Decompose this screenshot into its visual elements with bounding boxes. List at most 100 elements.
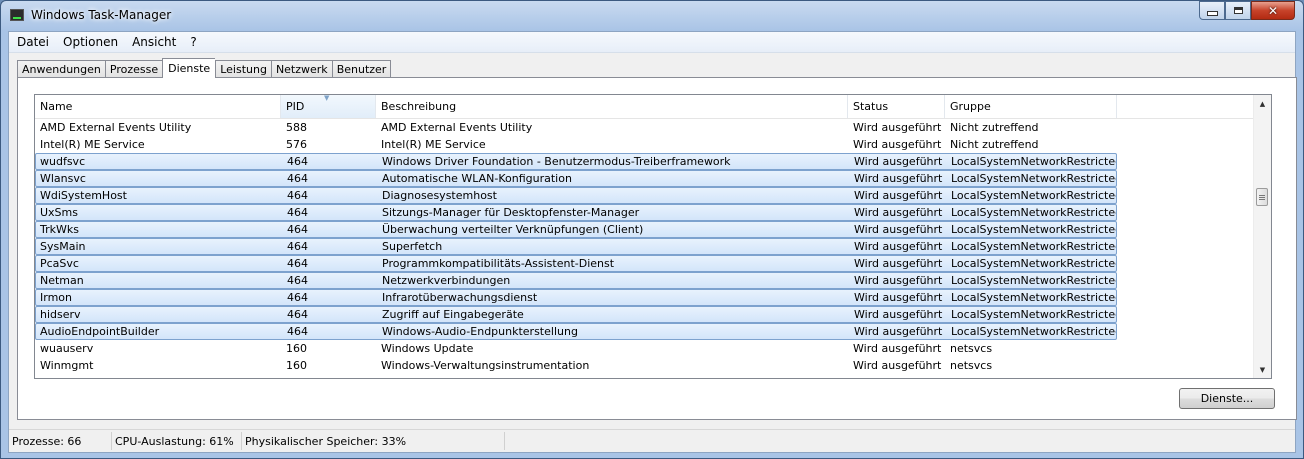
service-name: AMD External Events Utility bbox=[40, 121, 192, 134]
service-description: AMD External Events Utility bbox=[381, 121, 533, 134]
tab-users[interactable]: Benutzer bbox=[331, 60, 392, 78]
task-manager-window: Windows Task-Manager ✕ Datei Optionen An… bbox=[0, 0, 1304, 459]
menu-view[interactable]: Ansicht bbox=[125, 35, 183, 49]
service-description: Superfetch bbox=[382, 240, 443, 253]
service-description: Intel(R) ME Service bbox=[381, 138, 486, 151]
service-description: Programmkompatibilitäts-Assistent-Dienst bbox=[382, 257, 615, 270]
services-list: Name ▼ PID Beschreibung Status Gruppe AMD… bbox=[34, 94, 1272, 379]
table-row[interactable]: SysMain 464 Superfetch Wird ausgeführt Local… bbox=[35, 238, 1117, 255]
menu-help[interactable]: ? bbox=[183, 35, 203, 49]
service-status: Wird ausgeführt bbox=[854, 206, 943, 219]
service-description: Sitzungs-Manager für Desktopfenster-Mana… bbox=[382, 206, 640, 219]
service-description: Windows-Verwaltungsinstrumentation bbox=[381, 359, 590, 372]
table-row[interactable]: WdiSystemHost 464 Diagnosesystemhost Wird a… bbox=[35, 187, 1117, 204]
vertical-scrollbar[interactable]: ▲ ▼ bbox=[1253, 95, 1271, 378]
services-button[interactable]: Dienste... bbox=[1179, 388, 1275, 409]
service-group: netsvcs bbox=[950, 359, 993, 372]
service-pid: 464 bbox=[287, 291, 308, 304]
table-row[interactable]: Irmon 464 Infrarotüberwachungsdienst Wird a… bbox=[35, 289, 1117, 306]
service-status: Wird ausgeführt bbox=[854, 308, 943, 321]
task-manager-app-icon[interactable] bbox=[10, 9, 24, 21]
service-pid: 588 bbox=[286, 121, 307, 134]
column-header-label: Name bbox=[40, 100, 73, 113]
table-row[interactable]: Netman 464 Netzwerkverbindungen Wird ausgef… bbox=[35, 272, 1117, 289]
column-header-filler bbox=[1117, 95, 1255, 118]
status-processes: Prozesse: 66 bbox=[9, 432, 112, 450]
close-button[interactable]: ✕ bbox=[1251, 1, 1295, 20]
column-header-label: PID bbox=[286, 100, 305, 113]
tab-networking[interactable]: Netzwerk bbox=[270, 60, 332, 78]
menu-options[interactable]: Optionen bbox=[56, 35, 125, 49]
status-empty bbox=[505, 432, 1295, 450]
column-header-name[interactable]: Name bbox=[35, 95, 281, 118]
service-name: SysMain bbox=[40, 240, 86, 253]
service-name: AudioEndpointBuilder bbox=[40, 325, 160, 338]
scroll-down-arrow-icon[interactable]: ▼ bbox=[1254, 361, 1271, 378]
scrollbar-thumb[interactable] bbox=[1256, 188, 1268, 206]
service-group: Nicht zutreffend bbox=[950, 138, 1039, 151]
tab-services[interactable]: Dienste bbox=[162, 58, 216, 78]
tab-performance[interactable]: Leistung bbox=[215, 60, 271, 78]
service-name: Winmgmt bbox=[40, 359, 94, 372]
table-row[interactable]: PcaSvc 464 Programmkompatibilitäts-Assiste… bbox=[35, 255, 1117, 272]
table-row[interactable]: Winmgmt 160 Windows-Verwaltungsinstrumenta… bbox=[35, 357, 1257, 374]
service-name: Netman bbox=[40, 274, 84, 287]
close-icon: ✕ bbox=[1267, 3, 1279, 18]
column-header-label: Gruppe bbox=[950, 100, 991, 113]
service-description: Windows-Audio-Endpunkterstellung bbox=[382, 325, 578, 338]
service-status: Wird ausgeführt bbox=[854, 274, 943, 287]
table-row[interactable]: AudioEndpointBuilder 464 Windows-Audio-End… bbox=[35, 323, 1117, 340]
service-status: Wird ausgeführt bbox=[853, 359, 942, 372]
column-header-status[interactable]: Status bbox=[848, 95, 945, 118]
column-header-pid[interactable]: ▼ PID bbox=[281, 95, 376, 118]
service-description: Netzwerkverbindungen bbox=[382, 274, 511, 287]
service-group: LocalSystemNetworkRestricted bbox=[951, 240, 1116, 253]
column-header-group[interactable]: Gruppe bbox=[945, 95, 1117, 118]
service-group: LocalSystemNetworkRestricted bbox=[951, 325, 1116, 338]
title-bar[interactable]: Windows Task-Manager ✕ bbox=[1, 1, 1303, 31]
table-row[interactable]: Wlansvc 464 Automatische WLAN-Konfiguratio… bbox=[35, 170, 1117, 187]
table-row[interactable]: wuauserv 160 Windows Update Wird ausgeführt… bbox=[35, 340, 1257, 357]
scroll-up-arrow-icon[interactable]: ▲ bbox=[1254, 95, 1271, 112]
service-status: Wird ausgeführt bbox=[853, 138, 942, 151]
service-name: wudfsvc bbox=[40, 155, 86, 168]
status-memory: Physikalischer Speicher: 33% bbox=[242, 432, 505, 450]
table-row[interactable]: hidserv 464 Zugriff auf Eingabegeräte Wird … bbox=[35, 306, 1117, 323]
service-status: Wird ausgeführt bbox=[853, 121, 942, 134]
grip-line bbox=[1259, 198, 1265, 200]
tab-processes[interactable]: Prozesse bbox=[104, 60, 163, 78]
column-header-label: Status bbox=[853, 100, 889, 113]
service-status: Wird ausgeführt bbox=[854, 172, 943, 185]
menu-file[interactable]: Datei bbox=[9, 35, 56, 49]
service-name: hidserv bbox=[40, 308, 81, 321]
service-name: PcaSvc bbox=[40, 257, 79, 270]
service-pid: 464 bbox=[287, 325, 308, 338]
caption-buttons: ✕ bbox=[1199, 1, 1295, 21]
service-status: Wird ausgeführt bbox=[853, 342, 942, 355]
service-status: Wird ausgeführt bbox=[854, 189, 943, 202]
table-row[interactable]: TrkWks 464 Überwachung verteilter Verknüpf… bbox=[35, 221, 1117, 238]
maximize-button[interactable] bbox=[1225, 1, 1251, 20]
service-pid: 464 bbox=[287, 308, 308, 321]
table-row[interactable]: AMD External Events Utility 588 AMD Extern… bbox=[35, 119, 1257, 136]
service-description: Überwachung verteilter Verknüpfungen (Cl… bbox=[382, 223, 644, 236]
service-pid: 576 bbox=[286, 138, 307, 151]
table-row[interactable]: wudfsvc 464 Windows Driver Foundation - Be… bbox=[35, 153, 1117, 170]
minimize-icon bbox=[1206, 11, 1218, 16]
service-name: Irmon bbox=[40, 291, 72, 304]
service-pid: 160 bbox=[286, 359, 307, 372]
column-header-label: Beschreibung bbox=[381, 100, 457, 113]
service-name: UxSms bbox=[40, 206, 78, 219]
table-row[interactable]: UxSms 464 Sitzungs-Manager für Desktopfens… bbox=[35, 204, 1117, 221]
table-row[interactable]: Intel(R) ME Service 576 Intel(R) ME Servic… bbox=[35, 136, 1257, 153]
service-name: WdiSystemHost bbox=[40, 189, 127, 202]
service-group: LocalSystemNetworkRestricted bbox=[951, 257, 1116, 270]
service-group: netsvcs bbox=[950, 342, 993, 355]
service-group: LocalSystemNetworkRestricted bbox=[951, 291, 1116, 304]
service-pid: 160 bbox=[286, 342, 307, 355]
column-header-description[interactable]: Beschreibung bbox=[376, 95, 848, 118]
services-tab-panel: Name ▼ PID Beschreibung Status Gruppe AMD… bbox=[17, 77, 1297, 420]
minimize-button[interactable] bbox=[1199, 1, 1225, 20]
tab-applications[interactable]: Anwendungen bbox=[17, 60, 105, 78]
maximize-icon bbox=[1233, 7, 1243, 14]
